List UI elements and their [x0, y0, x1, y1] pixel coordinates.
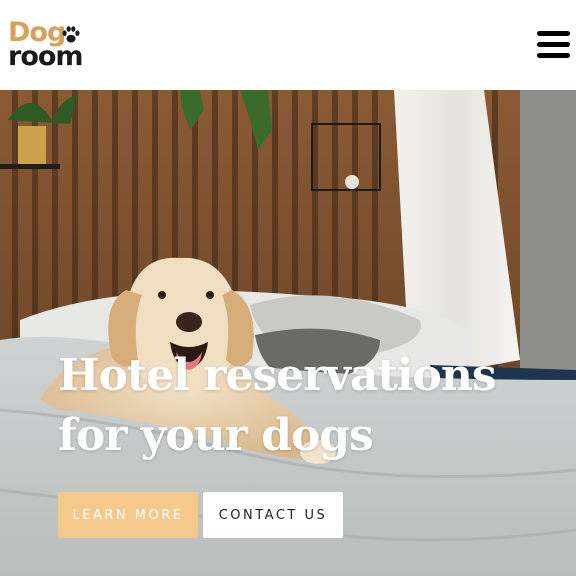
hero-title-line-2: for your dogs	[58, 410, 374, 461]
logo-word-room: room	[8, 41, 84, 72]
hero-title: Hotel reservations for your dogs	[58, 346, 538, 466]
site-header: Dog room	[0, 0, 576, 90]
contact-us-button[interactable]: CONTACT US	[203, 492, 343, 538]
hero-title-line-1: Hotel reservations	[58, 350, 497, 401]
logo[interactable]: Dog room	[8, 18, 88, 72]
learn-more-button[interactable]: LEARN MORE	[58, 492, 198, 538]
hamburger-menu-icon[interactable]	[537, 31, 570, 59]
hero-section: Hotel reservations for your dogs LEARN M…	[0, 90, 576, 576]
